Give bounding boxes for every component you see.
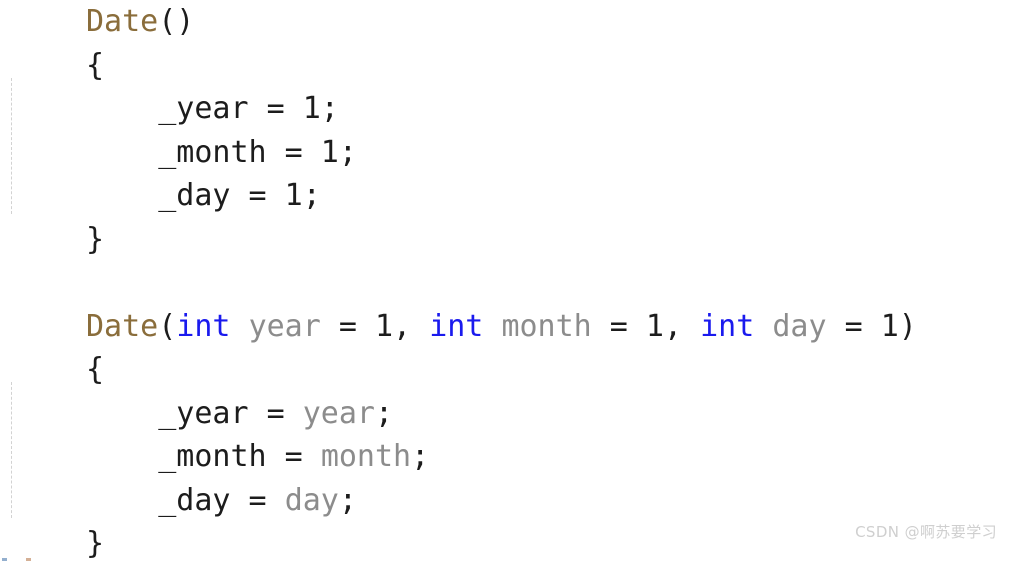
code-token: = 1, [591,308,701,344]
assign-day-default: _day = 1; [86,174,917,218]
code-block: Date(){ _year = 1; _month = 1; _day = 1;… [86,0,917,566]
code-token: _year = 1; [86,91,339,126]
parameterized-constructor-signature: Date(int year = 1, int month = 1, int da… [86,305,917,349]
assign-month-param: _month = month; [86,435,917,479]
code-token: month [320,439,412,474]
code-token: ; [411,439,430,474]
default-constructor-close-brace: } [86,218,917,262]
code-token: ( [158,308,177,344]
code-token: } [86,526,105,561]
assign-year-param: _year = year; [86,392,917,436]
code-token: Date [86,308,159,344]
code-token: year [248,308,321,344]
code-token: int [429,308,484,344]
assign-year-default: _year = 1; [86,87,917,131]
code-token: _month = [86,439,321,474]
code-token: month [501,308,592,344]
code-token: = 1) [826,308,917,344]
code-token: int [700,308,755,344]
indent-guide-block-1 [11,78,12,214]
parameterized-constructor-close-brace: } [86,522,917,566]
code-token: = 1, [320,308,430,344]
code-token: { [86,47,105,83]
code-token: Date [86,4,159,39]
code-token: ; [338,482,357,518]
code-token: { [86,352,105,387]
code-token: day [772,308,827,344]
default-constructor-open-brace: { [86,44,917,88]
default-constructor-signature: Date() [86,0,917,44]
code-token: _day = 1; [86,178,321,213]
code-token: int [176,308,231,344]
code-viewport: Date(){ _year = 1; _month = 1; _day = 1;… [0,0,1011,561]
parameterized-constructor-open-brace: { [86,348,917,392]
code-token: year [302,395,375,431]
indent-guide-block-2 [11,382,12,518]
assign-month-default: _month = 1; [86,131,917,175]
code-token: _year = [86,395,303,431]
code-token: day [284,482,339,518]
code-token: _month = 1; [86,134,357,170]
watermark-label: CSDN @啊苏要学习 [855,523,997,541]
assign-day-param: _day = day; [86,479,917,523]
code-token: _day = [86,482,285,518]
code-token: ; [375,395,394,431]
code-token: () [158,4,195,39]
code-token: } [86,221,105,257]
